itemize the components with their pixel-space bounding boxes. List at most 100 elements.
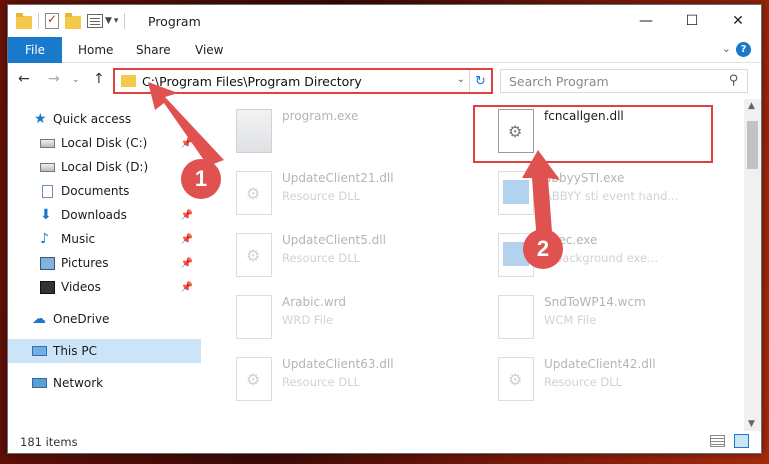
file-item[interactable]: Exec.exe ...background exe...: [470, 229, 720, 281]
sidebar-item-label: Downloads: [61, 208, 127, 222]
file-list: program.exe fcncallgen.dll UpdateClient2…: [208, 99, 740, 425]
expand-ribbon-icon[interactable]: ⌄: [722, 42, 731, 55]
sidebar-item-downloads[interactable]: ⬇ Downloads 📌: [8, 203, 201, 227]
status-bar: 181 items: [8, 431, 761, 453]
sidebar-item-label: Quick access: [53, 112, 132, 126]
file-item-program-exe[interactable]: program.exe: [208, 105, 458, 157]
scroll-down-icon[interactable]: ▼: [748, 419, 755, 429]
dll-file-icon: [236, 357, 272, 401]
back-arrow-icon[interactable]: ←: [18, 71, 30, 87]
address-bar[interactable]: C:\Program Files\Program Directory ⌄ ↻: [114, 69, 492, 93]
pin-icon[interactable]: 📌: [181, 234, 193, 245]
recent-locations-icon[interactable]: ⌄: [72, 75, 80, 85]
sidebar-item-local-disk-c[interactable]: Local Disk (C:) 📌: [8, 131, 201, 155]
window-title: Program: [148, 14, 201, 29]
toolbar-divider: [38, 13, 39, 29]
search-icon[interactable]: ⚲: [729, 73, 739, 88]
properties-icon[interactable]: [87, 14, 103, 28]
file-item[interactable]: abbyySTI.exe ABBYY sti event hand...: [470, 167, 720, 219]
file-icon: [498, 295, 534, 339]
file-name: Arabic.wrd: [282, 295, 347, 309]
sidebar-item-documents[interactable]: Documents: [8, 179, 201, 203]
pin-icon[interactable]: 📌: [181, 282, 193, 293]
file-type: ABBYY sti event hand...: [544, 189, 679, 203]
file-item[interactable]: UpdateClient63.dll Resource DLL: [208, 353, 458, 405]
search-input[interactable]: Search Program: [509, 74, 609, 89]
file-name: UpdateClient5.dll: [282, 233, 386, 247]
step-2-badge: 2: [523, 229, 563, 269]
application-icon: [236, 109, 272, 153]
large-icons-view-icon[interactable]: [734, 434, 749, 448]
file-name: UpdateClient63.dll: [282, 357, 394, 371]
new-folder-icon[interactable]: [65, 12, 81, 29]
chevron-down-icon[interactable]: ▼: [105, 16, 112, 26]
properties-check-icon[interactable]: [45, 12, 59, 29]
disk-icon: [40, 162, 55, 172]
pin-icon[interactable]: 📌: [181, 138, 193, 149]
sidebar-item-label: Network: [53, 376, 104, 390]
title-bar: ▼ ▾ Program — ☐ ✕: [8, 5, 761, 37]
sidebar-item-label: Documents: [61, 184, 130, 198]
sidebar-item-local-disk-d[interactable]: Local Disk (D:): [8, 155, 201, 179]
scroll-up-icon[interactable]: ▲: [748, 101, 755, 111]
up-arrow-icon[interactable]: ↑: [93, 71, 105, 87]
file-type: WRD File: [282, 313, 334, 327]
file-name: fcncallgen.dll: [544, 109, 624, 123]
dll-file-icon: [236, 171, 272, 215]
address-path[interactable]: C:\Program Files\Program Directory: [142, 74, 362, 89]
tab-view[interactable]: View: [195, 43, 223, 57]
pin-icon[interactable]: 📌: [181, 210, 193, 221]
sidebar-item-videos[interactable]: Videos 📌: [8, 275, 201, 299]
sidebar-item-pictures[interactable]: Pictures 📌: [8, 251, 201, 275]
folder-icon: [121, 75, 136, 87]
dll-file-icon: [498, 109, 534, 153]
search-box[interactable]: Search Program ⚲: [500, 69, 748, 93]
explorer-window: ▼ ▾ Program — ☐ ✕ File Home Share View ⌄…: [7, 4, 762, 454]
pin-icon[interactable]: 📌: [181, 258, 193, 269]
sidebar-item-label: Local Disk (C:): [61, 136, 148, 150]
sidebar-item-label: This PC: [53, 344, 97, 358]
file-item[interactable]: UpdateClient21.dll Resource DLL: [208, 167, 458, 219]
file-name: SndToWP14.wcm: [544, 295, 646, 309]
star-icon: ★: [34, 110, 47, 127]
file-item[interactable]: UpdateClient42.dll Resource DLL: [470, 353, 720, 405]
sidebar-item-network[interactable]: Network: [8, 371, 201, 395]
file-item[interactable]: UpdateClient5.dll Resource DLL: [208, 229, 458, 281]
maximize-button[interactable]: ☐: [669, 5, 715, 37]
file-item[interactable]: SndToWP14.wcm WCM File: [470, 291, 720, 343]
navigation-bar: ← → ⌄ ↑ C:\Program Files\Program Directo…: [8, 65, 761, 95]
quick-access-toolbar: ▼ ▾: [16, 12, 126, 29]
vertical-scrollbar[interactable]: ▲ ▼: [744, 99, 761, 431]
file-type: Resource DLL: [282, 251, 361, 265]
pictures-icon: [40, 256, 55, 270]
file-type: Resource DLL: [282, 375, 361, 389]
dll-file-icon: [236, 233, 272, 277]
tab-share[interactable]: Share: [136, 43, 171, 57]
sidebar-item-music[interactable]: ♪ Music 📌: [8, 227, 201, 251]
file-name: program.exe: [282, 109, 359, 123]
scrollbar-thumb[interactable]: [747, 121, 758, 169]
chevron-down-icon[interactable]: ⌄: [457, 74, 465, 85]
sidebar-item-this-pc[interactable]: This PC: [8, 339, 201, 363]
tab-file[interactable]: File: [8, 37, 62, 63]
close-button[interactable]: ✕: [715, 5, 761, 37]
disk-icon: [40, 138, 55, 148]
details-view-icon[interactable]: [710, 435, 725, 447]
file-item-fcncallgen-dll[interactable]: fcncallgen.dll: [470, 105, 720, 157]
sidebar-item-quick-access[interactable]: ★ Quick access: [8, 107, 201, 131]
minimize-button[interactable]: —: [623, 5, 669, 37]
application-icon: [498, 171, 534, 215]
forward-arrow-icon[interactable]: →: [48, 71, 60, 87]
file-type: Resource DLL: [282, 189, 361, 203]
file-item[interactable]: Arabic.wrd WRD File: [208, 291, 458, 343]
help-icon[interactable]: ?: [736, 42, 751, 57]
refresh-icon[interactable]: ↻: [469, 70, 491, 92]
customize-toolbar-icon[interactable]: ▾: [114, 16, 119, 26]
tab-home[interactable]: Home: [78, 43, 113, 57]
ribbon: File Home Share View ⌄ ?: [8, 37, 761, 63]
sidebar-item-onedrive[interactable]: ☁ OneDrive: [8, 307, 201, 331]
music-icon: ♪: [40, 230, 49, 247]
sidebar-item-label: Music: [61, 232, 96, 246]
videos-icon: [40, 280, 55, 294]
file-name: UpdateClient42.dll: [544, 357, 656, 371]
